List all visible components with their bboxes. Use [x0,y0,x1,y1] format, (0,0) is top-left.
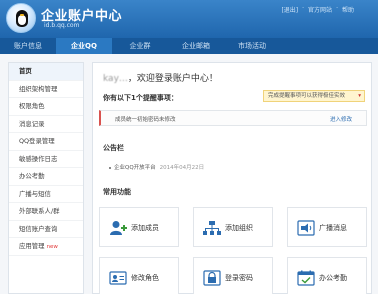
sidebar-item-label: 短信账户查询 [19,224,58,233]
main-nav: 账户信息 企业QQ 企业群 企业邮箱 市场活动 [0,38,378,54]
sidebar-item-label: QQ登录管理 [19,137,55,145]
official-site-link[interactable]: 官方网站 [308,5,332,14]
sidebar-item-label: 首页 [19,67,32,75]
login-password-button[interactable]: 登录密码 [193,257,273,294]
card-label: 添加组织 [225,224,253,232]
card-label: 添加成员 [131,224,159,232]
top-links: [退出] · 官方网站 · 帮助 [281,5,354,14]
sidebar-item-label: 消息记录 [19,119,45,128]
sidebar-item-label: 广播与短信 [19,189,51,198]
reminder-tip-badge[interactable]: 完成提醒事项可以获得极佳实效 ▾ [263,90,365,102]
sidebar-item-label: 应用管理 [19,242,45,250]
functions-title: 常用功能 [103,188,131,196]
nav-enterprise-mail[interactable]: 企业邮箱 [168,38,224,54]
add-member-icon [110,221,127,235]
sidebar-item-qq-login[interactable]: QQ登录管理 [9,133,83,151]
sidebar-item-external-contacts[interactable]: 外部联系人/群 [9,203,83,221]
sidebar-item-label: 办公考勤 [19,172,45,180]
sidebar-item-label: 外部联系人/群 [19,207,60,215]
sidebar-item-label: 权限角色 [19,102,45,110]
nav-market-activity[interactable]: 市场活动 [224,38,280,54]
card-label: 广播消息 [319,224,347,232]
main-panel: kay…，欢迎登录账户中心！ 你有以下1个提醒事项： 完成提醒事项可以获得极佳实… [92,62,372,294]
edit-role-button[interactable]: 修改角色 [99,257,179,294]
add-member-button[interactable]: 添加成员 [99,207,179,247]
sidebar: 首页 组织架构管理 权限角色 消息记录 QQ登录管理 敏感操作日志 办公考勤 广… [8,62,84,294]
separator: · [336,5,338,12]
bullet-icon [109,166,111,169]
sidebar-item-home[interactable]: 首页 [9,63,83,81]
add-org-icon [203,221,221,235]
add-org-button[interactable]: 添加组织 [193,207,273,247]
nav-enterprise-group[interactable]: 企业群 [112,38,168,54]
sidebar-item-message-log[interactable]: 消息记录 [9,116,83,133]
sidebar-item-org-structure[interactable]: 组织架构管理 [9,81,83,98]
sidebar-item-label: 组织架构管理 [19,84,58,93]
chevron-down-icon: ▾ [358,93,361,99]
edit-role-icon [109,271,127,285]
top-header: 企业账户中心 id.b.qq.com [退出] · 官方网站 · 帮助 [0,0,378,38]
nav-enterprise-qq[interactable]: 企业QQ [56,38,112,54]
sidebar-item-sensitive-log[interactable]: 敏感操作日志 [9,151,83,168]
attendance-icon [297,270,315,286]
logout-link[interactable]: [退出] [281,5,298,14]
nav-account-info[interactable]: 账户信息 [0,38,56,54]
broadcast-button[interactable]: 广播消息 [287,207,367,247]
announcement-title: 公告栏 [103,144,124,152]
announcement-item[interactable]: 企业QQ开放平台 2014年04月22日 [109,163,204,171]
app-url: id.b.qq.com [44,22,80,29]
card-label: 登录密码 [225,274,253,282]
card-label: 办公考勤 [319,274,347,282]
sidebar-item-roles[interactable]: 权限角色 [9,98,83,116]
announcement-text: 企业QQ开放平台 [114,165,156,171]
help-link[interactable]: 帮助 [342,5,354,14]
separator: · [302,5,305,12]
new-badge: new [46,244,58,250]
broadcast-icon [297,220,315,236]
lock-icon [203,270,221,286]
go-modify-link[interactable]: 进入修改 [330,115,352,123]
sidebar-item-label: 敏感操作日志 [19,154,58,163]
sidebar-item-sms-account[interactable]: 短信账户查询 [9,221,83,238]
reminder-text: 成员统一初始密码未修改 [115,117,176,123]
card-label: 修改角色 [131,274,159,282]
reminder-label: 你有以下1个提醒事项： [103,94,178,102]
reminder-tip-text: 完成提醒事项可以获得极佳实效 [268,93,346,99]
sidebar-item-app-management[interactable]: 应用管理 new [9,238,83,256]
sidebar-item-broadcast-sms[interactable]: 广播与短信 [9,186,83,203]
user-name: kay… [103,74,128,84]
qq-penguin-logo [6,3,36,33]
attendance-button[interactable]: 办公考勤 [287,257,367,294]
reminder-row: 成员统一初始密码未修改 进入修改 [99,110,367,126]
sidebar-item-attendance[interactable]: 办公考勤 [9,168,83,186]
announcement-date: 2014年04月22日 [159,165,205,171]
welcome-heading: kay…，欢迎登录账户中心！ [103,71,218,84]
welcome-text: ，欢迎登录账户中心！ [127,74,218,84]
